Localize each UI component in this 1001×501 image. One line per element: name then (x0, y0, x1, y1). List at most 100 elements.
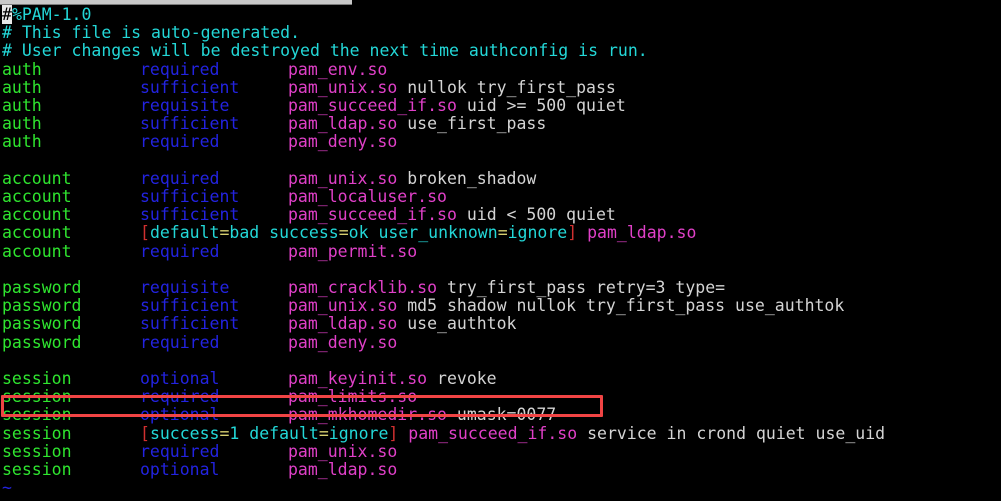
comment-text: #%PAM-1.0 (2, 5, 92, 24)
vim-text-buffer[interactable]: #%PAM-1.0 # This file is auto-generated. #… (0, 4, 1001, 501)
pam-type-keyword: password (2, 314, 82, 334)
pam-module-group: pam_cracklib.so try_first_pass retry=3 t… (288, 278, 725, 297)
pam-module-group: pam_mkhomedir.so umask=0077 (288, 406, 556, 424)
pam-control-flag: sufficient (140, 77, 240, 97)
bracket-key: default (249, 423, 319, 443)
pam-type-keyword: auth (2, 132, 42, 152)
pam-control-flag: sufficient (140, 114, 240, 134)
code-line[interactable]: password requisite pam_cracklib.so try_fir… (0, 278, 1001, 297)
code-line[interactable]: auth required pam_deny.so (0, 133, 1001, 151)
pam-module-args: nullok try_first_pass (397, 77, 616, 97)
pam-module-group: pam_deny.so (288, 133, 397, 151)
code-line[interactable]: password required pam_deny.so (0, 332, 1001, 352)
code-line[interactable]: ~ (0, 497, 1001, 501)
pam-type-keyword: auth (2, 59, 42, 79)
pam-module-args: revoke (427, 369, 497, 388)
pam-type-keyword: session (2, 387, 72, 407)
pam-module-name: pam_ldap.so (577, 223, 697, 243)
pam-module-group: pam_unix.so broken_shadow (288, 168, 537, 188)
pam-module-group: pam_keyinit.so revoke (288, 369, 497, 388)
code-line[interactable]: account sufficient pam_localuser.so (0, 187, 1001, 206)
bracket-key: default (149, 223, 220, 243)
pam-module-name: pam_env.so (288, 59, 388, 79)
pam-type-keyword: password (2, 278, 82, 297)
pam-module-name: pam_unix.so (288, 77, 398, 97)
code-line[interactable]: auth required pam_env.so (0, 59, 1001, 79)
pam-control-flag: sufficient (140, 296, 240, 316)
pam-module-group: pam_ldap.so (288, 460, 398, 479)
pam-type-keyword: password (2, 296, 82, 316)
bracket-key: success (149, 423, 220, 443)
pam-module-name: pam_ldap.so (288, 460, 398, 479)
code-line[interactable]: session optional pam_keyinit.so revoke (0, 369, 1001, 388)
bracket-value: ok (348, 223, 369, 243)
code-line[interactable]: account [default=bad success=ok user_unkn… (0, 224, 1001, 242)
pam-module-name: pam_ldap.so (288, 314, 398, 334)
pam-control-flag: requisite (140, 96, 230, 115)
pam-module-args: use_first_pass (397, 114, 547, 134)
bracket-equals: = (219, 223, 230, 243)
pam-module-args: umask=0077 (446, 405, 557, 425)
code-line[interactable] (0, 352, 1001, 370)
pam-control-flag: required (140, 332, 220, 352)
pam-type-keyword: auth (2, 77, 42, 97)
bracket-value: ignore (328, 423, 389, 443)
pam-module-group: pam_unix.so (288, 441, 398, 461)
code-line[interactable]: password sufficient pam_ldap.so use_authto… (0, 315, 1001, 333)
pam-control-flag: optional (140, 460, 220, 479)
code-line[interactable] (0, 152, 1001, 170)
pam-module-args: broken_shadow (397, 168, 537, 188)
text-cursor: # (2, 5, 12, 24)
code-line[interactable]: password sufficient pam_unix.so md5 shadow… (0, 296, 1001, 316)
bracket-equals: = (497, 223, 508, 243)
pam-type-keyword: account (2, 241, 72, 261)
pam-control-bracket-group: [default=bad success=ok user_unknown=ign… (140, 224, 696, 242)
code-line[interactable]: # User changes will be destroyed the nex… (0, 42, 1001, 60)
pam-type-keyword: password (2, 332, 82, 352)
pam-type-keyword: auth (2, 114, 42, 134)
code-line[interactable]: session required pam_unix.so (0, 441, 1001, 461)
code-line[interactable]: session [success=1 default=ignore] pam_su… (0, 423, 1001, 443)
code-line[interactable]: auth requisite pam_succeed_if.so uid >= 50… (0, 96, 1001, 115)
pam-control-flag: optional (140, 405, 220, 425)
pam-type-keyword: account (2, 205, 72, 225)
code-line[interactable]: account required pam_unix.so broken_shadow (0, 168, 1001, 188)
code-line[interactable]: session optional pam_mkhomedir.so umask=00… (0, 406, 1001, 424)
pam-module-group: pam_ldap.so use_authtok (288, 315, 517, 333)
pam-control-flag: required (140, 168, 220, 188)
pam-control-flag: requisite (140, 278, 230, 297)
bracket-space (369, 223, 379, 242)
comment-text: # This file is auto-generated. (2, 23, 301, 43)
pam-type-keyword: session (2, 369, 72, 388)
pam-type-keyword: session (2, 423, 72, 443)
code-line[interactable]: auth sufficient pam_ldap.so use_first_pass (0, 114, 1001, 134)
bracket-value: ignore (507, 223, 568, 243)
bracket-open: [ (140, 423, 150, 443)
pam-module-args: md5 shadow nullok try_first_pass use_aut… (397, 296, 845, 316)
bracket-close: ] (388, 423, 399, 443)
code-line[interactable]: auth sufficient pam_unix.so nullok try_fir… (0, 77, 1001, 97)
code-line[interactable]: ~ (0, 478, 1001, 497)
code-line[interactable]: #%PAM-1.0 (0, 5, 1001, 24)
pam-module-group: pam_deny.so (288, 332, 398, 352)
pam-module-name: pam_succeed_if.so (288, 96, 457, 115)
pam-module-group: pam_ldap.so use_first_pass (288, 115, 546, 133)
pam-module-name: pam_unix.so (288, 441, 398, 461)
pam-control-flag: required (140, 441, 220, 461)
bracket-equals: = (338, 223, 349, 243)
pam-module-name: pam_localuser.so (288, 187, 447, 206)
code-line[interactable]: account sufficient pam_succeed_if.so uid <… (0, 205, 1001, 225)
code-line[interactable]: session optional pam_ldap.so (0, 460, 1001, 479)
code-line[interactable]: # This file is auto-generated. (0, 23, 1001, 43)
pam-module-name: pam_cracklib.so (288, 278, 438, 297)
pam-module-name: pam_deny.so (288, 332, 398, 352)
code-line[interactable]: session required pam_limits.so (0, 387, 1001, 407)
pam-module-name: pam_limits.so (288, 387, 418, 407)
code-line[interactable] (0, 261, 1001, 279)
pam-module-group: pam_succeed_if.so uid >= 500 quiet (288, 96, 626, 115)
pam-module-name: pam_permit.so (288, 241, 418, 261)
code-line[interactable]: account required pam_permit.so (0, 241, 1001, 261)
pam-control-bracket-group: [success=1 default=ignore] pam_succeed_i… (140, 423, 885, 443)
comment-text: # User changes will be destroyed the nex… (2, 41, 648, 61)
pam-module-args: use_authtok (397, 314, 517, 334)
